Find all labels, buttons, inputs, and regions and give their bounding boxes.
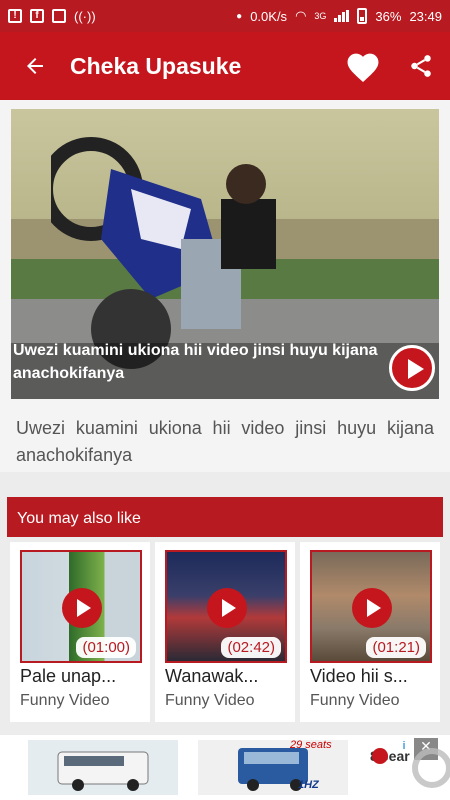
recommendation-thumbnail[interactable]: (02:42) <box>165 550 287 663</box>
ad-loading-circle <box>412 748 450 788</box>
recommendation-category: Funny Video <box>165 692 255 709</box>
recommendation-card[interactable]: (01:00) Pale unap... Funny Video <box>10 542 150 722</box>
share-icon <box>411 55 431 77</box>
network-type: 3G <box>314 11 327 21</box>
video-card: Uwezi kuamini ukiona hii video jinsi huy… <box>0 100 450 472</box>
battery-icon <box>357 8 368 24</box>
video-description: Uwezi kuamini ukiona hii video jinsi huy… <box>16 418 434 465</box>
recommendation-category: Funny Video <box>310 692 400 709</box>
heart-icon <box>347 53 379 82</box>
facebook-icon: f <box>30 9 44 23</box>
signal-icon <box>334 10 350 22</box>
ad-bus-image[interactable] <box>28 740 178 795</box>
play-button[interactable] <box>389 345 435 391</box>
recommendation-title: Wanawak... <box>165 666 259 686</box>
video-caption: Uwezi kuamini ukiona hii video jinsi huy… <box>13 342 378 382</box>
arrow-back-icon <box>27 58 43 74</box>
bus-image <box>28 740 178 795</box>
recommendation-card[interactable]: (01:21) Video hii s... Funny Video <box>300 542 440 722</box>
battery-level: 36% <box>375 8 402 24</box>
wifi-icon: ◠ <box>295 8 307 23</box>
app-bar: Cheka Upasuke <box>0 32 450 100</box>
recommendation-card[interactable]: (02:42) Wanawak... Funny Video <box>155 542 295 722</box>
ad-banner[interactable]: 29 seats 1HZ <box>0 735 450 800</box>
gear-icon <box>372 748 388 764</box>
back-button[interactable] <box>0 32 70 100</box>
status-bar: ! f ((·)) ● 0.0K/s ◠ 3G 36% 23:49 <box>0 0 450 32</box>
recommendation-title: Video hii s... <box>310 666 408 686</box>
net-speed: 0.0K/s <box>250 8 288 24</box>
notification-icon: ! <box>8 9 22 23</box>
favorite-button[interactable] <box>334 32 392 100</box>
ad-info-icon[interactable]: i <box>393 740 415 756</box>
recommendation-category: Funny Video <box>20 692 110 709</box>
play-icon <box>62 588 102 628</box>
recommendation-thumbnail[interactable]: (01:21) <box>310 550 432 663</box>
play-icon <box>352 588 392 628</box>
gallery-icon <box>52 9 66 23</box>
clock: 23:49 <box>409 8 442 24</box>
ad-seats: 29 seats <box>290 739 332 751</box>
dot-icon: ● <box>236 10 243 22</box>
ad-plate: 1HZ <box>298 779 319 791</box>
duration-badge: (01:00) <box>76 637 136 658</box>
recommendations-header: You may also like <box>7 497 443 537</box>
page-title: Cheka Upasuke <box>70 52 242 79</box>
play-icon <box>207 588 247 628</box>
share-button[interactable] <box>392 32 450 100</box>
recommendation-title: Pale unap... <box>20 666 117 686</box>
hotspot-icon: ((·)) <box>74 8 96 24</box>
recommendation-thumbnail[interactable]: (01:00) <box>20 550 142 663</box>
duration-badge: (02:42) <box>221 637 281 658</box>
duration-badge: (01:21) <box>366 637 426 658</box>
